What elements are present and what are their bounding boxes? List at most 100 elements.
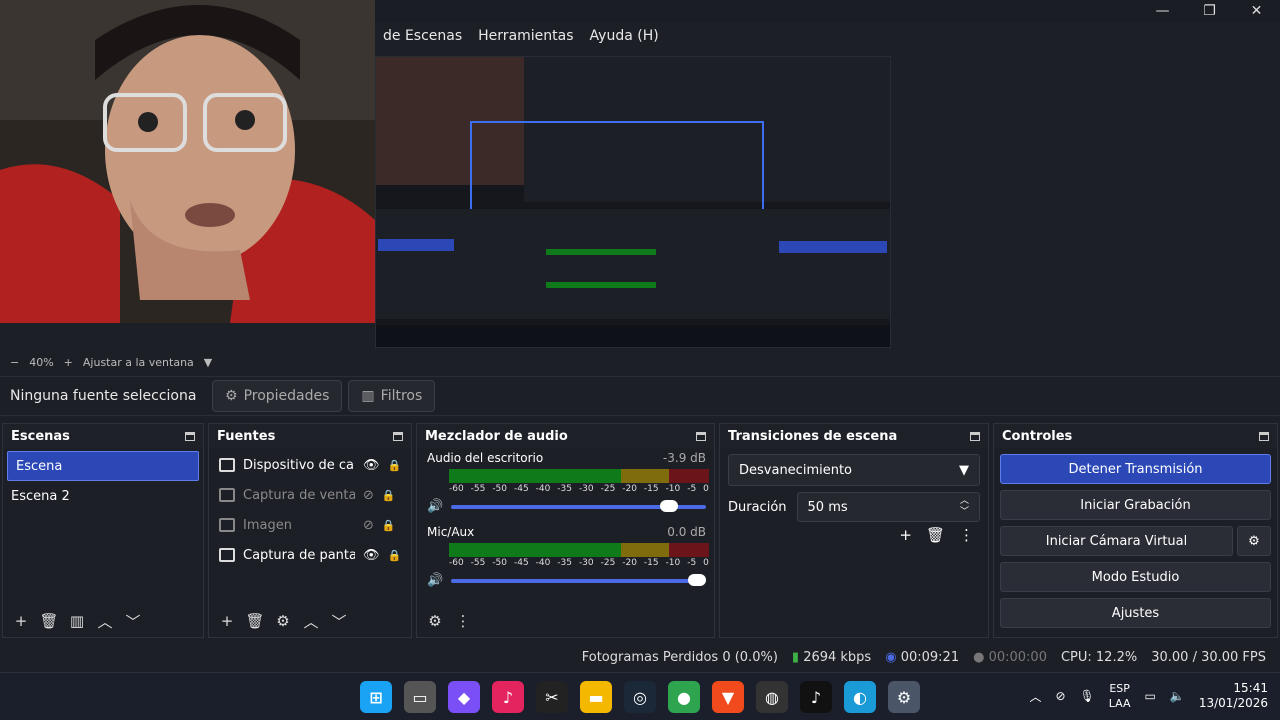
lock-icon[interactable]: 🔒 bbox=[382, 519, 396, 532]
source-item[interactable]: Captura de ventan ⊘ 🔒 bbox=[209, 480, 411, 510]
studio-mode-button[interactable]: Modo Estudio bbox=[1000, 562, 1271, 592]
level-meter bbox=[449, 469, 709, 483]
eye-hidden-icon[interactable]: ⊘ bbox=[363, 488, 374, 503]
undock-icon[interactable] bbox=[970, 431, 980, 441]
eye-hidden-icon[interactable]: ⊘ bbox=[363, 518, 374, 533]
steam-icon[interactable]: ◎ bbox=[624, 681, 656, 713]
file-explorer-icon[interactable]: ▬ bbox=[580, 681, 612, 713]
source-item[interactable]: Dispositivo de cap 👁 🔒 bbox=[209, 450, 411, 480]
lock-icon[interactable]: 🔒 bbox=[388, 549, 402, 562]
capcut-icon[interactable]: ✂ bbox=[536, 681, 568, 713]
menu-scene-collection[interactable]: de Escenas bbox=[375, 28, 470, 44]
transition-select[interactable]: Desvanecimiento ▼ bbox=[728, 454, 980, 486]
volume-knob[interactable] bbox=[688, 573, 707, 586]
copilot-icon[interactable]: ◆ bbox=[448, 681, 480, 713]
maximize-button[interactable]: ❐ bbox=[1186, 0, 1233, 22]
language-indicator[interactable]: ESP LAA bbox=[1109, 681, 1131, 711]
status-bar: Fotogramas Perdidos 0 (0.0%) ▮ 2694 kbps… bbox=[0, 642, 1280, 672]
mic-icon[interactable]: 🎙 bbox=[1080, 689, 1095, 703]
zoom-in-button[interactable]: + bbox=[64, 356, 73, 369]
display-icon[interactable]: ▭ bbox=[1145, 689, 1156, 703]
properties-button[interactable]: ⚙ Propiedades bbox=[212, 380, 343, 412]
filter-icon[interactable]: ▥ bbox=[67, 612, 87, 630]
chevron-up-icon[interactable]: ︿ bbox=[301, 611, 321, 632]
dropped-frames: Fotogramas Perdidos 0 (0.0%) bbox=[581, 649, 778, 665]
scene-item[interactable]: Escena 2 bbox=[3, 481, 203, 511]
spin-icon[interactable]: ︿ ﹀ bbox=[960, 496, 969, 518]
gear-icon[interactable]: ⚙ bbox=[1237, 526, 1271, 556]
close-button[interactable]: ✕ bbox=[1233, 0, 1280, 22]
scenes-dock: Escenas Escena Escena 2 + 🗑 ▥ ︿ ﹀ bbox=[2, 423, 204, 638]
preview-screen-capture bbox=[375, 56, 891, 348]
chevron-down-icon[interactable]: ﹀ bbox=[123, 611, 143, 632]
settings-icon[interactable]: ⚙ bbox=[888, 681, 920, 713]
source-item[interactable]: Imagen ⊘ 🔒 bbox=[209, 510, 411, 540]
more-icon[interactable]: ⋮ bbox=[453, 612, 473, 630]
tiktok-icon[interactable]: ♪ bbox=[800, 681, 832, 713]
add-icon[interactable]: + bbox=[11, 612, 31, 630]
duration-row: Duración 50 ms ︿ ﹀ bbox=[728, 492, 980, 522]
window-icon bbox=[219, 488, 235, 502]
source-item[interactable]: Captura de pantall 👁 🔒 bbox=[209, 540, 411, 570]
clock[interactable]: 15:41 13/01/2026 bbox=[1199, 681, 1268, 711]
chevron-up-icon[interactable]: ︿ bbox=[95, 611, 115, 632]
add-icon[interactable]: + bbox=[899, 526, 912, 544]
trash-icon[interactable]: 🗑 bbox=[926, 526, 945, 544]
undock-icon[interactable] bbox=[696, 431, 706, 441]
trash-icon[interactable]: 🗑 bbox=[39, 612, 59, 630]
undock-icon[interactable] bbox=[1259, 431, 1269, 441]
meter-ticks: -60 -55 -50 -45 -40 -35 -30 -25 -20 -15 -10 -5 0 bbox=[449, 558, 709, 568]
duration-input[interactable]: 50 ms ︿ ﹀ bbox=[796, 492, 980, 522]
speaker-icon[interactable]: 🔈 bbox=[1170, 689, 1185, 703]
duration-label: Duración bbox=[728, 499, 787, 515]
menu-help[interactable]: Ayuda (H) bbox=[582, 28, 667, 44]
zoom-bar: − 40% + Ajustar a la ventana ▼ bbox=[0, 352, 1280, 372]
chevron-down-icon[interactable]: ﹀ bbox=[329, 611, 349, 632]
volume-slider[interactable] bbox=[451, 499, 706, 512]
brave-icon[interactable]: ▼ bbox=[712, 681, 744, 713]
signal-icon: ▮ bbox=[791, 649, 800, 665]
menu-tools[interactable]: Herramientas bbox=[470, 28, 581, 44]
network-off-icon[interactable]: ⊘ bbox=[1055, 689, 1065, 703]
task-view-icon[interactable]: ▭ bbox=[404, 681, 436, 713]
filters-button[interactable]: ▥ Filtros bbox=[348, 380, 436, 412]
lock-icon[interactable]: 🔒 bbox=[388, 459, 402, 472]
gear-icon[interactable]: ⚙ bbox=[425, 612, 445, 630]
level-meter bbox=[449, 543, 709, 557]
mixer-footer: ⚙ ⋮ bbox=[417, 609, 714, 633]
webcam-image bbox=[0, 0, 375, 323]
lock-icon[interactable]: 🔒 bbox=[382, 489, 396, 502]
edge-icon[interactable]: ◐ bbox=[844, 681, 876, 713]
trash-icon[interactable]: 🗑 bbox=[245, 612, 265, 630]
chevron-up-icon[interactable]: ︿ bbox=[1029, 688, 1041, 705]
more-icon[interactable]: ⋮ bbox=[959, 526, 974, 544]
transitions-title: Transiciones de escena bbox=[728, 428, 898, 444]
fit-to-window-label[interactable]: Ajustar a la ventana bbox=[83, 356, 194, 369]
minimize-button[interactable]: — bbox=[1139, 0, 1186, 22]
start-recording-button[interactable]: Iniciar Grabación bbox=[1000, 490, 1271, 520]
undock-icon[interactable] bbox=[185, 431, 195, 441]
selected-source-label: Ninguna fuente selecciona bbox=[10, 388, 197, 404]
scenes-header: Escenas bbox=[3, 424, 203, 448]
channel-name: Mic/Aux bbox=[427, 525, 475, 539]
volume-slider[interactable] bbox=[451, 573, 707, 586]
chrome-icon[interactable]: ● bbox=[668, 681, 700, 713]
gear-icon[interactable]: ⚙ bbox=[273, 612, 293, 630]
settings-button[interactable]: Ajustes bbox=[1000, 598, 1271, 628]
eye-icon[interactable]: 👁 bbox=[363, 548, 380, 563]
stop-streaming-button[interactable]: Detener Transmisión bbox=[1000, 454, 1271, 484]
volume-knob[interactable] bbox=[659, 499, 678, 512]
add-icon[interactable]: + bbox=[217, 612, 237, 630]
zoom-out-button[interactable]: − bbox=[10, 356, 19, 369]
speaker-icon[interactable]: 🔊 bbox=[427, 573, 443, 588]
undock-icon[interactable] bbox=[393, 431, 403, 441]
obs-icon[interactable]: ◍ bbox=[756, 681, 788, 713]
start-virtual-camera-button[interactable]: Iniciar Cámara Virtual bbox=[1000, 526, 1233, 556]
chevron-down-icon[interactable]: ▼ bbox=[204, 356, 212, 369]
windows-start-icon[interactable]: ⊞ bbox=[360, 681, 392, 713]
eye-icon[interactable]: 👁 bbox=[363, 458, 380, 473]
speaker-icon[interactable]: 🔊 bbox=[427, 499, 443, 514]
tiktok-icon[interactable]: ♪ bbox=[492, 681, 524, 713]
scene-item[interactable]: Escena bbox=[7, 451, 199, 481]
mixer-channel: Mic/Aux 0.0 dB -60 -55 -50 -45 -40 -35 -30 -25-… bbox=[417, 522, 714, 588]
